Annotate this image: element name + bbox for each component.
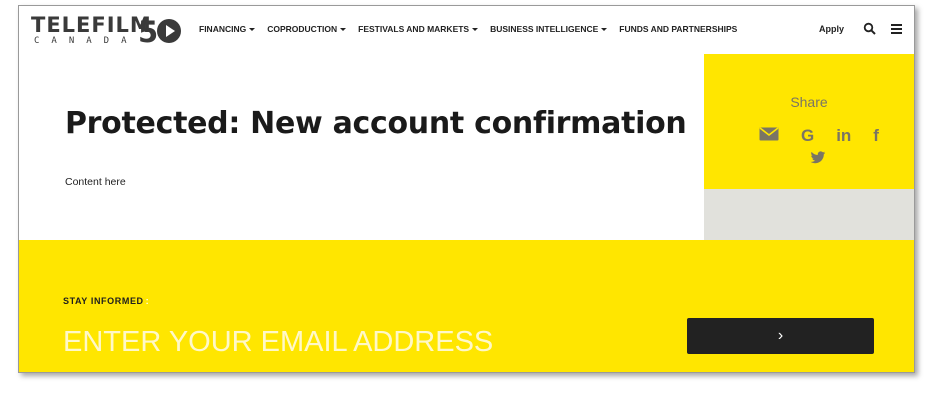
chevron-down-icon: [249, 27, 256, 31]
nav-item-funds-and-partnerships[interactable]: FUNDS AND PARTNERSHIPS: [619, 24, 737, 34]
nav-item-coproduction[interactable]: COPRODUCTION: [267, 24, 347, 34]
newsletter-section: STAY INFORMED: ›: [19, 240, 914, 372]
newsletter-label: STAY INFORMED:: [63, 296, 149, 306]
chevron-down-icon: [601, 27, 608, 31]
facebook-icon[interactable]: f: [873, 126, 879, 146]
nav-item-label: FESTIVALS AND MARKETS: [358, 24, 470, 34]
page-title: Protected: New account confirmation: [65, 106, 687, 141]
apply-link[interactable]: Apply: [819, 24, 844, 34]
chevron-right-icon: ›: [777, 327, 784, 344]
logo-wordmark: TELEFILM: [31, 13, 152, 37]
hamburger-menu-icon[interactable]: [891, 24, 902, 34]
share-panel: Share G in f: [704, 54, 914, 189]
email-input[interactable]: [63, 324, 623, 360]
email-icon[interactable]: [759, 126, 779, 146]
newsletter-label-colon: :: [145, 296, 150, 306]
play-circle-icon: [157, 19, 181, 43]
chevron-down-icon: [472, 27, 479, 31]
linkedin-icon[interactable]: in: [836, 126, 851, 146]
telefilm-logo[interactable]: TELEFILM CANADA 5: [31, 14, 191, 48]
chevron-down-icon: [340, 27, 347, 31]
nav-item-financing[interactable]: FINANCING: [199, 24, 256, 34]
share-label: Share: [790, 94, 828, 110]
share-icons: G in f: [759, 124, 879, 148]
twitter-icon[interactable]: [810, 151, 826, 170]
page-frame: TELEFILM CANADA 5 FINANCING COPRODUCTION…: [18, 5, 915, 373]
site-header: TELEFILM CANADA 5 FINANCING COPRODUCTION…: [19, 6, 914, 55]
nav-item-label: BUSINESS INTELLIGENCE: [490, 24, 599, 34]
main-content: Protected: New account confirmation Cont…: [19, 54, 704, 240]
search-icon[interactable]: [863, 22, 877, 36]
nav-item-label: FINANCING: [199, 24, 247, 34]
logo-subtitle: CANADA: [34, 36, 139, 46]
nav-item-festivals-and-markets[interactable]: FESTIVALS AND MARKETS: [358, 24, 479, 34]
nav-item-label: FUNDS AND PARTNERSHIPS: [619, 24, 738, 34]
google-icon[interactable]: G: [801, 126, 814, 146]
subscribe-button[interactable]: ›: [687, 318, 874, 354]
newsletter-label-text: STAY INFORMED: [63, 296, 144, 306]
main-nav: FINANCING COPRODUCTION FESTIVALS AND MAR…: [199, 24, 749, 34]
nav-item-label: COPRODUCTION: [267, 24, 338, 34]
logo-number: 5: [138, 15, 159, 49]
nav-item-business-intelligence[interactable]: BUSINESS INTELLIGENCE: [490, 24, 608, 34]
share-panel-footer: [704, 189, 914, 240]
content-text: Content here: [65, 176, 126, 188]
